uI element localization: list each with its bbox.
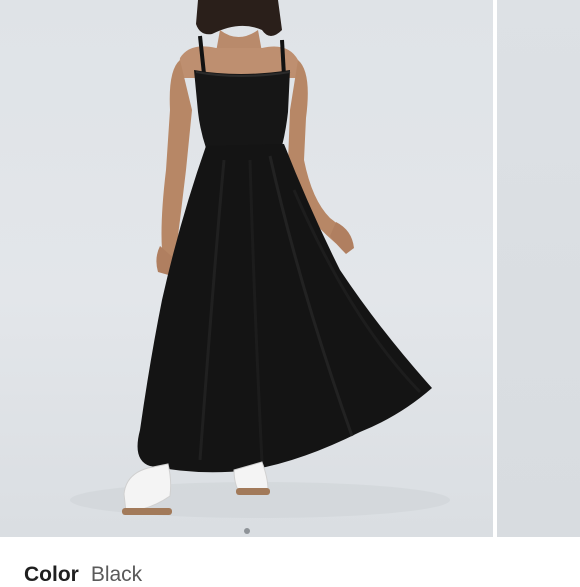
color-label: Color xyxy=(24,563,79,586)
product-info: Color Black xyxy=(0,537,580,586)
image-page-indicator xyxy=(0,528,493,537)
model-in-black-dress-image xyxy=(70,0,450,518)
product-photo[interactable] xyxy=(0,0,493,537)
page-indicator-dot[interactable] xyxy=(243,528,250,534)
color-value: Black xyxy=(90,563,143,586)
next-product-photo[interactable] xyxy=(497,0,580,537)
color-selector[interactable]: Color Black xyxy=(24,563,142,587)
product-image-gallery[interactable] xyxy=(0,0,580,537)
